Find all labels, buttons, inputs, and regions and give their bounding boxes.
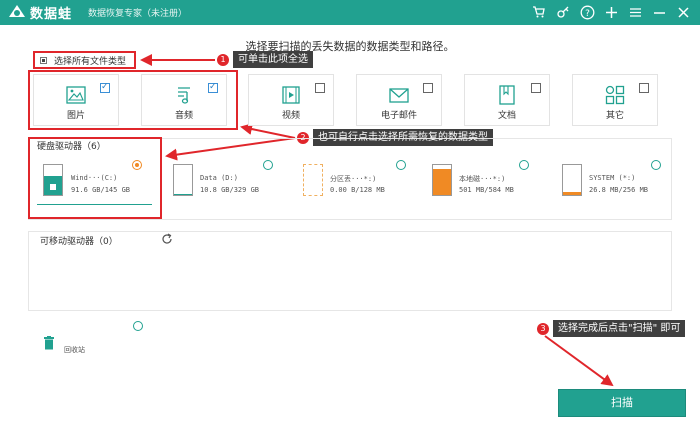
arrow-2a (240, 123, 296, 139)
file-type-checkbox[interactable] (639, 83, 649, 93)
windows-logo-icon (50, 184, 56, 190)
scan-button[interactable]: 扫描 (558, 389, 686, 417)
drive-disk-icon (432, 164, 452, 196)
email-icon (389, 88, 409, 103)
video-icon (282, 86, 300, 104)
removable-drives-title: 可移动驱动器（0） (40, 237, 118, 247)
key-icon[interactable] (554, 3, 572, 21)
file-type-email[interactable]: 电子邮件 (356, 74, 442, 126)
removable-drives-panel (28, 231, 672, 311)
drive-size: 26.8 MB/256 MB (589, 186, 649, 194)
app-subtitle: 数据恢复专家（未注册） (88, 9, 188, 19)
file-type-checkbox[interactable] (531, 83, 541, 93)
drive-local-disk[interactable]: 本地磁···*:) 501 MB/584 MB (432, 160, 552, 216)
file-type-audio[interactable]: 音频 (141, 74, 227, 126)
menu-icon[interactable] (626, 3, 644, 21)
drive-radio[interactable] (651, 160, 661, 170)
arrow-3 (544, 335, 614, 387)
file-type-label: 文档 (497, 111, 516, 121)
file-type-label: 电子邮件 (380, 111, 417, 121)
drive-disk-icon (173, 164, 193, 196)
drive-size: 10.8 GB/329 GB (200, 186, 260, 194)
file-type-label: 视频 (281, 111, 300, 121)
title-bar: 数据蛙 数据恢复专家（未注册） ? (0, 0, 700, 25)
drive-size: 91.6 GB/145 GB (71, 186, 131, 194)
image-icon (66, 86, 86, 104)
drive-name: 分区丢···*:) (330, 175, 377, 183)
titlebar-icons: ? (530, 3, 692, 21)
drive-usage-fill (563, 192, 581, 195)
drive-selected-underline (37, 204, 152, 205)
drive-name: 本地磁···*:) (459, 175, 506, 183)
help-icon[interactable]: ? (578, 3, 596, 21)
file-type-checkbox[interactable] (100, 82, 110, 93)
file-type-other[interactable]: 其它 (572, 74, 658, 126)
hard-drives-title: 硬盘驱动器（6） (37, 142, 106, 152)
drive-size: 501 MB/584 MB (459, 186, 514, 194)
drive-name: Data (D:) (200, 174, 238, 182)
drive-radio[interactable] (132, 160, 142, 170)
drive-size: 0.00 B/128 MB (330, 186, 385, 194)
callout-badge-3: 3 (537, 323, 549, 335)
plus-icon[interactable] (602, 3, 620, 21)
file-type-video[interactable]: 视频 (248, 74, 334, 126)
file-type-documents[interactable]: 文档 (464, 74, 550, 126)
file-type-checkbox[interactable] (208, 82, 218, 93)
refresh-icon[interactable] (161, 233, 173, 245)
recycle-bin-label: 回收站 (64, 346, 85, 354)
file-type-images[interactable]: 图片 (33, 74, 119, 126)
app-window: 数据蛙 数据恢复专家（未注册） ? 选择要扫描的丢失数据的数据类型和路径。 选择… (0, 0, 700, 423)
hard-drives-panel-border (162, 138, 672, 139)
drive-usage-fill (433, 169, 451, 195)
callout-tip-1: 可单击此项全选 (233, 51, 313, 68)
app-brand: 数据蛙 (30, 7, 73, 22)
drive-disk-icon (562, 164, 582, 196)
drive-usage-fill (174, 194, 192, 195)
drive-system[interactable]: SYSTEM (*:) 26.8 MB/256 MB (562, 160, 667, 216)
select-all-check-icon[interactable] (40, 56, 47, 64)
select-all-label: 选择所有文件类型 (54, 56, 127, 67)
callout-tip-3: 选择完成后点击"扫描" 即可 (553, 320, 686, 337)
callout-badge-1: 1 (217, 54, 229, 66)
drive-c[interactable]: Wind···(C:) 91.6 GB/145 GB (37, 160, 157, 216)
recycle-bin-radio[interactable] (133, 321, 143, 331)
drive-name: Wind···(C:) (71, 174, 118, 182)
file-type-label: 图片 (66, 111, 85, 121)
drive-disk-icon (303, 164, 323, 196)
other-icon (605, 85, 625, 105)
file-type-label: 音频 (174, 111, 193, 121)
frog-logo-icon (9, 5, 25, 17)
drive-radio[interactable] (396, 160, 406, 170)
drive-d[interactable]: Data (D:) 10.8 GB/329 GB (173, 160, 283, 216)
drive-lost-partition[interactable]: 分区丢···*:) 0.00 B/128 MB (303, 160, 423, 216)
file-type-checkbox[interactable] (315, 83, 325, 93)
file-type-checkbox[interactable] (423, 83, 433, 93)
document-icon (499, 85, 515, 105)
drive-name: SYSTEM (*:) (589, 174, 636, 182)
trash-icon (44, 336, 54, 350)
file-type-label: 其它 (605, 111, 624, 121)
cart-icon[interactable] (530, 3, 548, 21)
minimize-icon[interactable] (650, 3, 668, 21)
svg-text:?: ? (585, 9, 590, 19)
close-icon[interactable] (674, 3, 692, 21)
drive-radio[interactable] (519, 160, 529, 170)
recycle-bin[interactable] (44, 336, 154, 356)
drive-disk-icon (43, 164, 63, 196)
audio-icon (178, 87, 190, 104)
drive-radio[interactable] (263, 160, 273, 170)
select-all-checkbox[interactable]: 选择所有文件类型 (33, 51, 136, 69)
